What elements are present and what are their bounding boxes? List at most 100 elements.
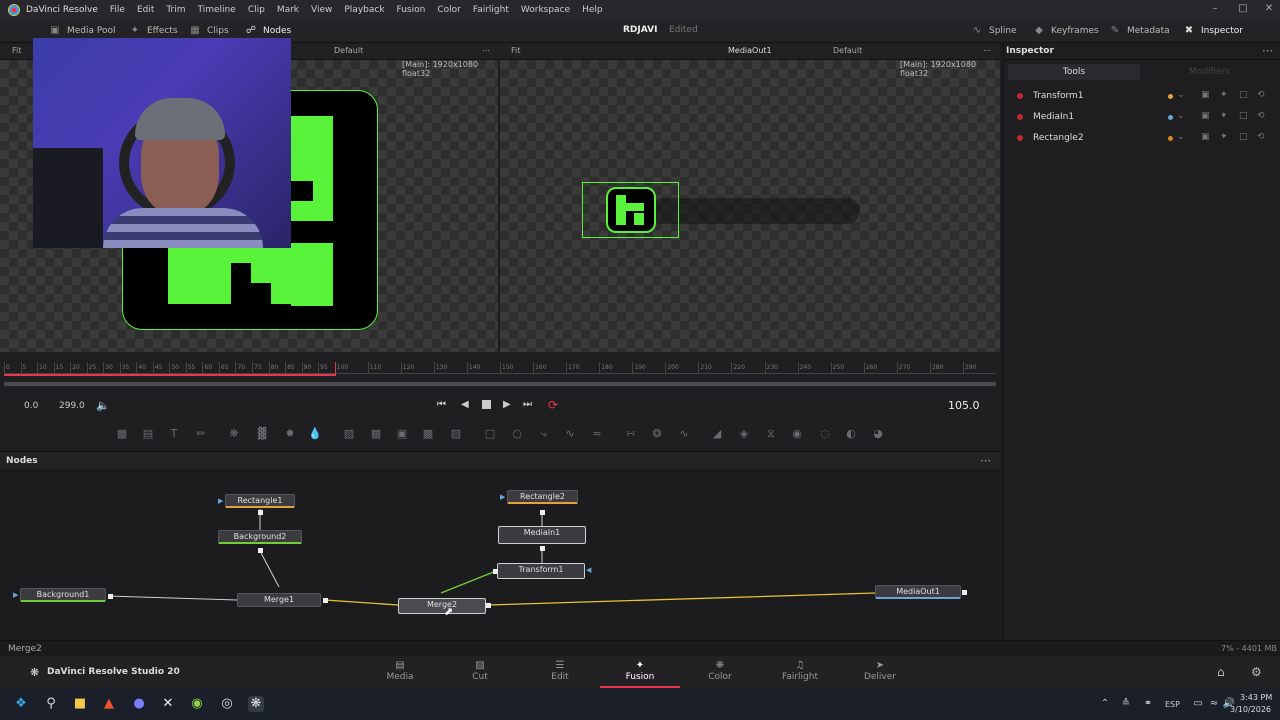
minimize-icon[interactable]: – [1208,3,1222,17]
tool-enabled-icon[interactable] [1017,114,1023,120]
page-color[interactable]: ❋ Color [680,660,760,688]
text3d-tool-icon[interactable]: ◈ [737,427,751,441]
menu-playback[interactable]: Playback [344,5,384,15]
chevron-down-icon[interactable]: ⌄ [1177,90,1185,100]
davinci-taskbar-icon[interactable]: ❋ [248,696,264,712]
search-icon[interactable]: ⚲ [43,696,59,712]
node-rectangle1[interactable]: Rectangle1 [225,494,295,508]
node-merge2[interactable]: Merge2 [398,598,486,614]
home-icon[interactable]: ⌂ [1217,665,1225,679]
ellipse-mask-icon[interactable]: ○ [510,427,524,441]
page-cut[interactable]: ▨ Cut [440,660,520,688]
light3d-tool-icon[interactable]: ◌ [818,427,832,441]
range-bar[interactable] [4,382,996,386]
merge3d-tool-icon[interactable]: ⧖ [764,427,778,441]
pemitter-tool-icon[interactable]: ∺ [624,427,638,441]
go-to-start-icon[interactable]: ⏮ [437,399,446,410]
time-ruler[interactable]: 0 5 10 15 20 25 30 35 40 45 50 55 60 65 70 75 80 85 90 95 10… [0,352,1000,390]
rectangle-mask-icon[interactable]: □ [483,427,497,441]
lock-icon[interactable]: □ [1239,111,1248,121]
merge-tool-icon[interactable]: ▦ [369,427,383,441]
tool-color-icon[interactable] [1168,115,1173,120]
version-icon[interactable]: ▣ [1201,111,1210,121]
inspector-button[interactable]: ✖ Inspector [1182,25,1243,37]
lock-icon[interactable]: □ [1239,132,1248,142]
right-options-icon[interactable]: ⋯ [983,46,991,55]
page-edit[interactable]: ☰ Edit [520,660,600,688]
inspector-options-icon[interactable]: ⋯ [1262,44,1273,57]
node-background1[interactable]: Background1 [20,588,106,602]
page-fusion[interactable]: ✦ Fusion [600,660,680,688]
display-icon[interactable]: ▭ [1190,696,1206,712]
media-pool-button[interactable]: ▣ Media Pool [48,25,115,37]
keyframes-button[interactable]: ◆ Keyframes [1032,25,1099,37]
settings-icon[interactable]: ⚙ [1251,665,1262,679]
paint-tool-icon[interactable]: ✏ [194,427,208,441]
output-port[interactable] [108,594,113,599]
output-port[interactable] [258,510,263,515]
right-lut-dropdown[interactable]: Default [833,46,862,55]
tool-color-icon[interactable] [1168,94,1173,99]
menu-edit[interactable]: Edit [137,5,154,15]
left-options-icon[interactable]: ⋯ [482,46,490,55]
menu-view[interactable]: View [311,5,332,15]
left-fit-dropdown[interactable]: Fit [12,46,21,55]
output-port[interactable] [486,603,491,608]
pin-icon[interactable]: ✦ [1220,132,1228,142]
maximize-icon[interactable]: □ [1236,3,1250,17]
current-time[interactable]: 105.0 [948,399,980,412]
transform-tool-icon[interactable]: ▣ [395,427,409,441]
lock-icon[interactable]: □ [1239,90,1248,100]
menu-mark[interactable]: Mark [277,5,299,15]
language-indicator[interactable]: ESP [1165,700,1180,709]
file-explorer-icon[interactable]: ■ [72,696,88,712]
nodes-button[interactable]: ☍ Nodes [244,25,291,37]
reset-icon[interactable]: ⟲ [1257,90,1265,100]
tab-tools[interactable]: Tools [1008,64,1140,80]
shape3d-tool-icon[interactable]: ◢ [710,427,724,441]
chevron-up-icon[interactable]: ⌃ [1097,696,1113,712]
spline-button[interactable]: ∿ Spline [970,25,1017,37]
menu-file[interactable]: File [110,5,125,15]
inspector-tool-row[interactable]: MediaIn1 ⌄ ▣ ✦ □ ⟲ [1004,107,1280,127]
wand-mask-icon[interactable]: ≈ [590,427,604,441]
menu-color[interactable]: Color [437,5,461,15]
tool-enabled-icon[interactable] [1017,135,1023,141]
page-deliver[interactable]: ➤ Deliver [840,660,920,688]
reset-icon[interactable]: ⟲ [1257,111,1265,121]
image-tool-icon[interactable]: ▤ [141,427,155,441]
menu-fairlight[interactable]: Fairlight [473,5,509,15]
go-to-end-icon[interactable]: ⏭ [523,399,532,410]
node-mediaout1[interactable]: MediaOut1 [875,585,961,599]
wifi-icon[interactable]: ≈ [1206,696,1222,712]
node-mediain1[interactable]: MediaIn1 [498,526,586,544]
inspector-tool-row[interactable]: Rectangle2 ⌄ ▣ ✦ □ ⟲ [1004,128,1280,148]
polygon-mask-icon[interactable]: ⤷ [537,427,551,441]
close-icon[interactable]: ✕ [1262,3,1276,17]
particles-tool-icon[interactable]: ❋ [227,427,241,441]
discord-icon[interactable]: ● [131,696,147,712]
output-port[interactable] [962,590,967,595]
pin-icon[interactable]: ✦ [1220,111,1228,121]
text-tool-icon[interactable]: T [167,427,181,441]
glow-tool-icon[interactable]: ✹ [283,427,297,441]
node-editor[interactable]: Rectangle1 ▶ Background2 Background1 ▶ M… [0,469,1000,640]
menu-fusion[interactable]: Fusion [397,5,426,15]
pin-icon[interactable]: ✦ [1220,90,1228,100]
metadata-button[interactable]: ✎ Metadata [1108,25,1170,37]
page-media[interactable]: ▤ Media [360,660,440,688]
prender-tool-icon[interactable]: ❂ [650,427,664,441]
start-time[interactable]: 0.0 [24,401,38,411]
loop-icon[interactable]: ⟳ [548,398,558,412]
ruler[interactable]: 0 5 10 15 20 25 30 35 40 45 50 55 60 65 70 75 80 85 90 95 10… [4,362,996,374]
playhead[interactable] [334,362,336,376]
pparticle-tool-icon[interactable]: ∿ [677,427,691,441]
fastnoise-tool-icon[interactable]: ▓ [255,427,269,441]
windows-start-icon[interactable]: ❖ [13,696,29,712]
renderer3d-tool-icon[interactable]: ◕ [871,427,885,441]
right-fit-dropdown[interactable]: Fit [511,46,520,55]
node-background2[interactable]: Background2 [218,530,302,544]
bspline-mask-icon[interactable]: ∿ [563,427,577,441]
camera3d-tool-icon[interactable]: ◉ [790,427,804,441]
version-icon[interactable]: ▣ [1201,132,1210,142]
